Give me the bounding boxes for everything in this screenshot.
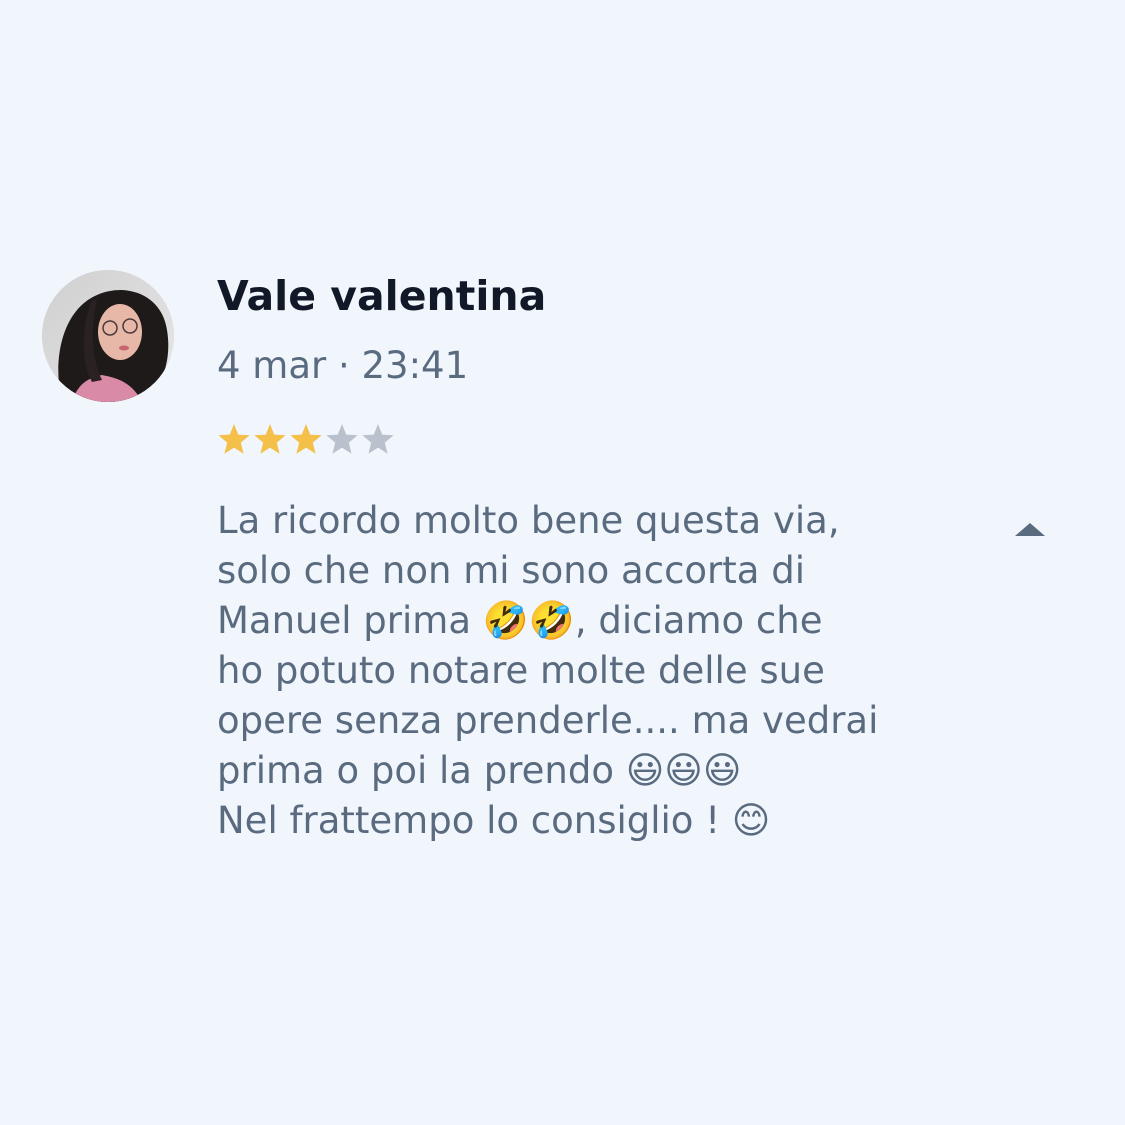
avatar[interactable]: [42, 270, 174, 402]
collapse-button[interactable]: [1010, 516, 1050, 544]
author-name[interactable]: Vale valentina: [217, 272, 546, 320]
star-empty-icon: [326, 424, 358, 454]
caret-up-icon: [1015, 523, 1045, 536]
avatar-photo: [42, 270, 174, 402]
review-text: La ricordo molto bene questa via, solo c…: [217, 499, 879, 842]
star-rating: [216, 420, 396, 460]
star-filled-icon: [254, 424, 286, 454]
star-filled-icon: [218, 424, 250, 454]
star-filled-icon: [290, 424, 322, 454]
review-card: Vale valentina 4 mar · 23:41 La ricordo …: [0, 0, 1125, 1125]
review-date: 4 mar · 23:41: [217, 344, 469, 387]
star-empty-icon: [362, 424, 394, 454]
